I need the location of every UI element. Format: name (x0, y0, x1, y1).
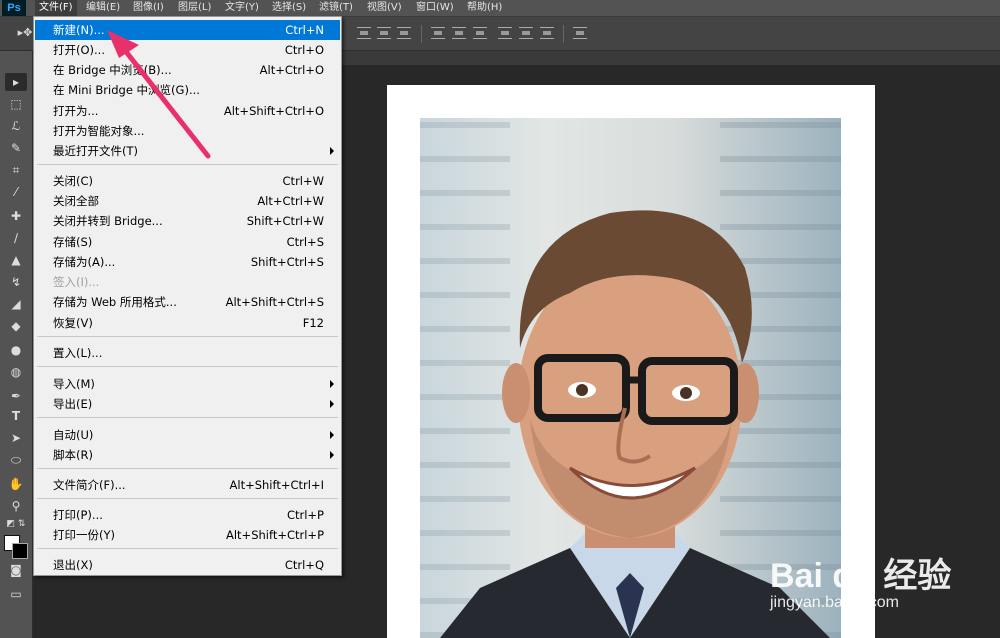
menu-item-place[interactable]: 置入(L)... (35, 343, 340, 363)
menu-separator (37, 366, 338, 367)
menu-help[interactable]: 帮助(H) (463, 0, 506, 16)
screen-mode-icon[interactable]: ▭ (5, 585, 27, 603)
options-separator (421, 25, 422, 43)
menu-file[interactable]: 文件(F) (35, 0, 77, 16)
pen-tool-icon[interactable]: ✒ (5, 387, 27, 405)
swap-colors-icon[interactable]: ◩ ⇅ (5, 515, 27, 533)
move-tool-icon[interactable]: ▸ (5, 73, 27, 91)
menu-item-browse-in-bridge[interactable]: 在 Bridge 中浏览(B)... Alt+Ctrl+O (35, 60, 340, 80)
menu-item-close-all[interactable]: 关闭全部 Alt+Ctrl+W (35, 191, 340, 211)
auto-align-layers-icon[interactable] (573, 27, 587, 39)
menu-item-print-one-copy[interactable]: 打印一份(Y) Alt+Shift+Ctrl+P (35, 525, 340, 545)
options-separator (563, 25, 564, 43)
quick-selection-tool-icon[interactable]: ✎ (5, 139, 27, 157)
distribute-bottom-icon[interactable] (473, 27, 487, 39)
menu-item-revert[interactable]: 恢复(V) F12 (35, 313, 340, 333)
menu-item-open[interactable]: 打开(O)... Ctrl+O (35, 40, 340, 60)
align-bottom-icon[interactable] (397, 27, 411, 39)
blur-tool-icon[interactable]: ● (5, 341, 27, 359)
submenu-arrow-icon (330, 380, 334, 388)
history-brush-tool-icon[interactable]: ↯ (5, 273, 27, 291)
tools-panel: ▸ ⬚ ℒ ✎ ⌗ ⁄ ✚ ∕ ▲ ↯ ◢ ◆ ● ◍ ✒ T ➤ ⬭ ✋ ⚲ … (0, 51, 33, 638)
menu-layer[interactable]: 图层(L) (174, 0, 215, 16)
zoom-tool-icon[interactable]: ⚲ (5, 497, 27, 515)
menu-item-save[interactable]: 存储(S) Ctrl+S (35, 232, 340, 252)
submenu-arrow-icon (330, 400, 334, 408)
menu-item-save-for-web[interactable]: 存储为 Web 所用格式... Alt+Shift+Ctrl+S (35, 292, 340, 312)
eyedropper-tool-icon[interactable]: ⁄ (5, 183, 27, 201)
quick-mask-icon[interactable]: ◙ (5, 561, 27, 579)
submenu-arrow-icon (330, 147, 334, 155)
crop-tool-icon[interactable]: ⌗ (5, 161, 27, 179)
menu-separator (37, 336, 338, 337)
path-selection-tool-icon[interactable]: ➤ (5, 429, 27, 447)
baidu-jingyan-watermark: Bai du 经验 jingyan.baidu.com (760, 548, 1000, 638)
menu-item-new[interactable]: 新建(N)... Ctrl+N (35, 20, 340, 40)
paint-bucket-tool-icon[interactable]: ◆ (5, 317, 27, 335)
align-top-icon[interactable] (357, 27, 371, 39)
menu-separator (37, 468, 338, 469)
menu-view[interactable]: 视图(V) (363, 0, 406, 16)
distribute-top-icon[interactable] (431, 27, 445, 39)
menu-image[interactable]: 图像(I) (129, 0, 168, 16)
submenu-arrow-icon (330, 431, 334, 439)
lasso-tool-icon[interactable]: ℒ (5, 117, 27, 135)
hand-tool-icon[interactable]: ✋ (5, 475, 27, 493)
menu-item-open-as-smart-object[interactable]: 打开为智能对象... (35, 121, 340, 141)
clone-stamp-tool-icon[interactable]: ▲ (5, 251, 27, 269)
type-tool-icon[interactable]: T (5, 407, 27, 425)
menu-separator (37, 548, 338, 549)
menu-separator (37, 164, 338, 165)
menu-item-scripts[interactable]: 脚本(R) (35, 445, 340, 465)
file-menu-dropdown: 新建(N)... Ctrl+N 打开(O)... Ctrl+O 在 Bridge… (33, 16, 342, 576)
menu-select[interactable]: 选择(S) (268, 0, 310, 16)
menu-item-open-as[interactable]: 打开为... Alt+Shift+Ctrl+O (35, 101, 340, 121)
menu-separator (37, 417, 338, 418)
menu-bar: Ps 文件(F) 编辑(E) 图像(I) 图层(L) 文字(Y) 选择(S) 滤… (0, 0, 1000, 17)
submenu-arrow-icon (330, 451, 334, 459)
menu-item-automate[interactable]: 自动(U) (35, 425, 340, 445)
menu-separator (37, 498, 338, 499)
distribute-right-icon[interactable] (540, 27, 554, 39)
menu-filter[interactable]: 滤镜(T) (315, 0, 357, 16)
distribute-hcenter-icon[interactable] (519, 27, 533, 39)
watermark-brand: Bai du 经验 (770, 557, 952, 595)
marquee-tool-icon[interactable]: ⬚ (5, 95, 27, 113)
menu-item-close[interactable]: 关闭(C) Ctrl+W (35, 171, 340, 191)
menu-item-browse-in-mini-bridge[interactable]: 在 Mini Bridge 中浏览(G)... (35, 80, 340, 100)
align-vertical-center-icon[interactable] (377, 27, 391, 39)
background-color-swatch[interactable] (12, 543, 28, 559)
distribute-left-icon[interactable] (498, 27, 512, 39)
menu-item-export[interactable]: 导出(E) (35, 394, 340, 414)
dodge-tool-icon[interactable]: ◍ (5, 363, 27, 381)
menu-item-save-as[interactable]: 存储为(A)... Shift+Ctrl+S (35, 252, 340, 272)
menu-item-import[interactable]: 导入(M) (35, 374, 340, 394)
menu-item-close-and-go-to-bridge[interactable]: 关闭并转到 Bridge... Shift+Ctrl+W (35, 211, 340, 231)
menu-item-exit[interactable]: 退出(X) Ctrl+Q (35, 555, 340, 575)
watermark-url: jingyan.baidu.com (770, 594, 899, 611)
menu-window[interactable]: 窗口(W) (412, 0, 458, 16)
menu-item-print[interactable]: 打印(P)... Ctrl+P (35, 505, 340, 525)
menu-item-check-in: 签入(I)... (53, 275, 100, 289)
menu-item-open-recent[interactable]: 最近打开文件(T) (35, 141, 340, 161)
brush-tool-icon[interactable]: ∕ (5, 229, 27, 247)
ellipse-tool-icon[interactable]: ⬭ (5, 451, 27, 469)
menu-edit[interactable]: 编辑(E) (82, 0, 124, 16)
distribute-center-icon[interactable] (452, 27, 466, 39)
menu-type[interactable]: 文字(Y) (221, 0, 263, 16)
eraser-tool-icon[interactable]: ◢ (5, 295, 27, 313)
menu-item-file-info[interactable]: 文件简介(F)... Alt+Shift+Ctrl+I (35, 475, 340, 495)
healing-brush-tool-icon[interactable]: ✚ (5, 207, 27, 225)
photoshop-logo: Ps (2, 0, 26, 16)
